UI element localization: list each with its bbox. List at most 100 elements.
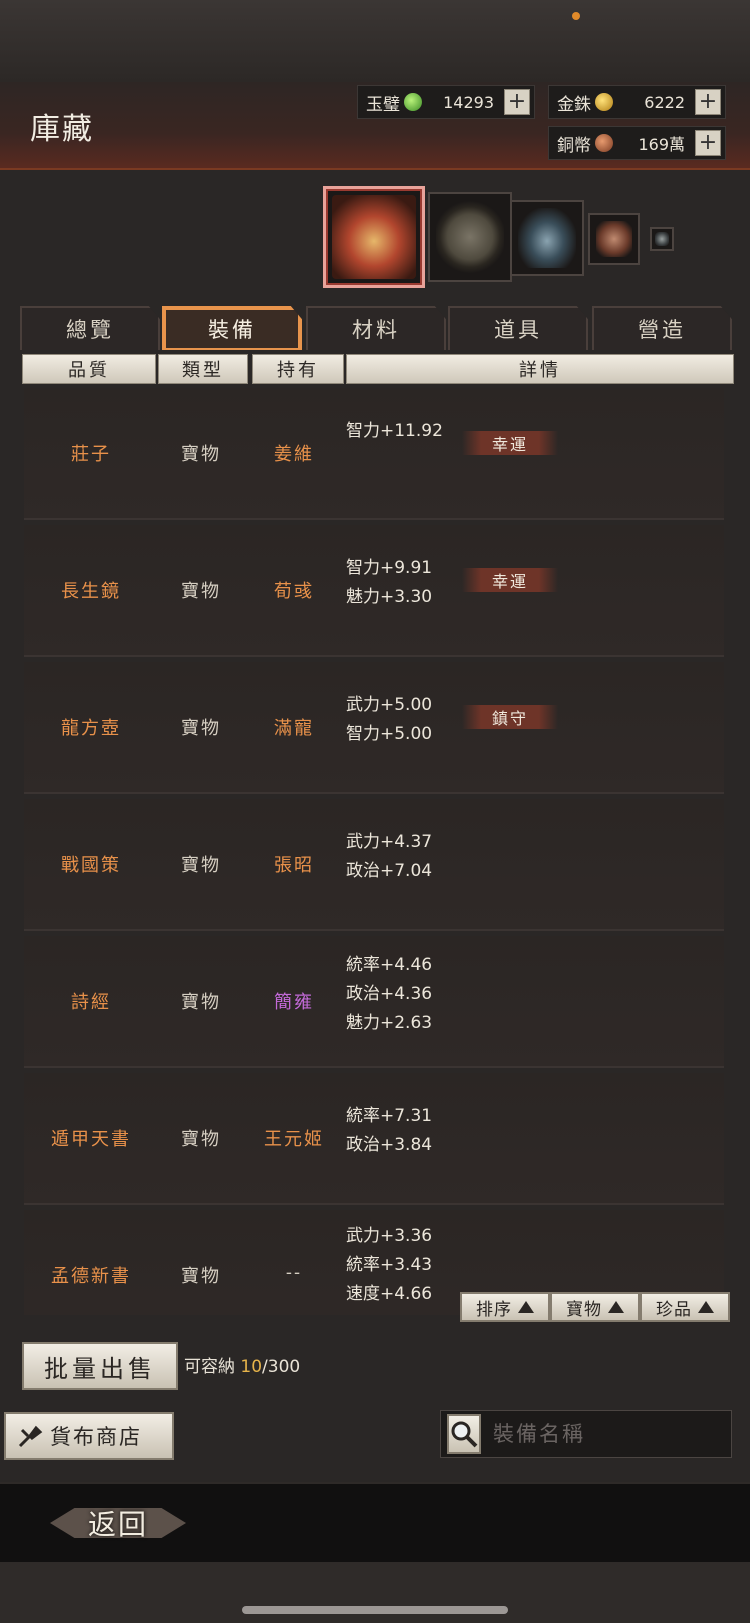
currency-gold: 金銖 6222 + bbox=[548, 85, 726, 119]
currency-shop-button[interactable]: 貨布商店 bbox=[4, 1412, 174, 1460]
sort-button-label: 寶物 bbox=[566, 1299, 602, 1320]
item-stats: 統率+7.31 政治+3.84 bbox=[346, 1102, 432, 1160]
item-stats: 智力+11.92 bbox=[346, 417, 443, 446]
capacity-used: 10 bbox=[240, 1357, 263, 1377]
triangle-up-icon bbox=[608, 1301, 624, 1313]
item-type: 寶物 bbox=[181, 444, 221, 465]
item-thumb[interactable] bbox=[428, 192, 512, 282]
item-owner: 荀彧 bbox=[274, 581, 314, 602]
stat-line: 政治+3.84 bbox=[346, 1135, 433, 1155]
item-owner: 王元姬 bbox=[264, 1129, 324, 1150]
equipment-list[interactable]: 莊子 寶物 姜維 智力+11.92 幸運 長生鏡 寶物 荀彧 智力+9.91 魅… bbox=[24, 388, 724, 1315]
table-row[interactable]: 遁甲天書 寶物 王元姬 統率+7.31 政治+3.84 bbox=[24, 1073, 724, 1205]
stat-line: 速度+4.66 bbox=[346, 1284, 433, 1304]
capacity-label: 可容納 bbox=[184, 1357, 235, 1377]
book-icon bbox=[332, 195, 416, 279]
search-input[interactable] bbox=[491, 1413, 750, 1455]
item-type: 寶物 bbox=[181, 718, 221, 739]
column-type[interactable]: 類型 bbox=[158, 354, 248, 384]
search-box bbox=[440, 1410, 750, 1458]
copper-coin-icon bbox=[595, 134, 613, 152]
item-type: 寶物 bbox=[181, 1266, 221, 1287]
stat-line: 政治+7.04 bbox=[346, 861, 433, 881]
table-row[interactable]: 龍方壺 寶物 滿寵 武力+5.00 智力+5.00 鎮守 bbox=[24, 662, 724, 794]
stat-line: 魅力+2.63 bbox=[346, 1013, 433, 1033]
item-thumb[interactable] bbox=[510, 200, 584, 276]
mirror-icon bbox=[436, 200, 504, 274]
stat-line: 智力+5.00 bbox=[346, 724, 433, 744]
table-row[interactable]: 詩經 寶物 簡雍 統率+4.46 政治+4.36 魅力+2.63 bbox=[24, 936, 724, 1068]
stat-line: 魅力+3.30 bbox=[346, 587, 433, 607]
shop-label: 貨布商店 bbox=[50, 1425, 142, 1449]
currency-value: 169萬 bbox=[638, 135, 685, 154]
sort-button-label: 珍品 bbox=[656, 1299, 692, 1320]
item-owner: 張昭 bbox=[274, 855, 314, 876]
currency-jade: 玉璧 14293 + bbox=[357, 85, 535, 119]
gold-coin-icon bbox=[595, 93, 613, 111]
item-type: 寶物 bbox=[181, 992, 221, 1013]
table-row[interactable]: 莊子 寶物 姜維 智力+11.92 幸運 bbox=[24, 388, 724, 520]
item-name: 詩經 bbox=[71, 992, 111, 1013]
tab-items[interactable]: 道具 bbox=[448, 306, 588, 350]
item-badge: 幸運 bbox=[462, 431, 558, 455]
back-label: 返回 bbox=[87, 1508, 148, 1541]
page-title: 庫藏 bbox=[30, 112, 94, 147]
sort-button-label: 排序 bbox=[476, 1299, 512, 1320]
stat-line: 政治+4.36 bbox=[346, 984, 433, 1004]
item-owner: 簡雍 bbox=[274, 992, 314, 1013]
item-type: 寶物 bbox=[181, 855, 221, 876]
item-stats: 智力+9.91 魅力+3.30 bbox=[346, 554, 432, 612]
item-stats: 武力+3.36 統率+3.43 速度+4.66 bbox=[346, 1222, 432, 1309]
tab-equipment[interactable]: 裝備 bbox=[162, 306, 302, 350]
currency-label: 金銖 bbox=[557, 94, 591, 115]
item-type: 寶物 bbox=[181, 581, 221, 602]
add-gold-button[interactable]: + bbox=[695, 89, 721, 115]
bulk-sell-button[interactable]: 批量出售 bbox=[22, 1342, 178, 1390]
column-quality[interactable]: 品質 bbox=[22, 354, 156, 384]
tab-construction[interactable]: 營造 bbox=[592, 306, 732, 350]
item-name: 孟德新書 bbox=[51, 1266, 131, 1287]
item-owner: 姜維 bbox=[274, 444, 314, 465]
item-name: 龍方壺 bbox=[61, 718, 121, 739]
scroll-icon bbox=[596, 221, 632, 257]
add-jade-button[interactable]: + bbox=[504, 89, 530, 115]
stat-line: 智力+11.92 bbox=[346, 421, 443, 441]
sort-rare-button[interactable]: 珍品 bbox=[640, 1292, 730, 1322]
jade-coin-icon bbox=[404, 93, 422, 111]
sort-order-button[interactable]: 排序 bbox=[460, 1292, 550, 1322]
sort-treasure-button[interactable]: 寶物 bbox=[550, 1292, 640, 1322]
stat-line: 智力+9.91 bbox=[346, 558, 433, 578]
search-button[interactable] bbox=[447, 1414, 481, 1454]
home-indicator[interactable] bbox=[242, 1606, 508, 1614]
back-button[interactable]: 返回 bbox=[50, 1500, 186, 1546]
column-owner[interactable]: 持有 bbox=[252, 354, 344, 384]
table-row[interactable]: 長生鏡 寶物 荀彧 智力+9.91 魅力+3.30 幸運 bbox=[24, 525, 724, 657]
stat-line: 武力+4.37 bbox=[346, 832, 433, 852]
add-copper-button[interactable]: + bbox=[695, 130, 721, 156]
status-indicator bbox=[572, 12, 580, 20]
capacity-max: /300 bbox=[262, 1357, 301, 1377]
item-icon bbox=[655, 232, 669, 246]
currency-value: 14293 bbox=[443, 92, 494, 112]
stat-line: 統率+3.43 bbox=[346, 1255, 433, 1275]
currency-label: 銅幣 bbox=[557, 135, 591, 156]
item-name: 莊子 bbox=[71, 444, 111, 465]
item-type: 寶物 bbox=[181, 1129, 221, 1150]
triangle-up-icon bbox=[698, 1301, 714, 1313]
item-name: 長生鏡 bbox=[61, 581, 121, 602]
item-name: 戰國策 bbox=[61, 855, 121, 876]
item-owner: 滿寵 bbox=[274, 718, 314, 739]
capacity-display: 可容納 10/300 bbox=[184, 1352, 300, 1377]
search-icon bbox=[451, 1421, 478, 1448]
column-details[interactable]: 詳情 bbox=[346, 354, 734, 384]
tab-materials[interactable]: 材料 bbox=[306, 306, 446, 350]
item-thumb[interactable] bbox=[650, 227, 674, 251]
item-stats: 統率+4.46 政治+4.36 魅力+2.63 bbox=[346, 951, 432, 1038]
table-row[interactable]: 戰國策 寶物 張昭 武力+4.37 政治+7.04 bbox=[24, 799, 724, 931]
stat-line: 統率+4.46 bbox=[346, 955, 433, 975]
top-decoration bbox=[0, 0, 750, 82]
item-thumb[interactable] bbox=[588, 213, 640, 265]
item-thumb-selected[interactable] bbox=[323, 186, 425, 288]
stat-line: 武力+5.00 bbox=[346, 695, 433, 715]
tab-overview[interactable]: 總覽 bbox=[20, 306, 160, 350]
